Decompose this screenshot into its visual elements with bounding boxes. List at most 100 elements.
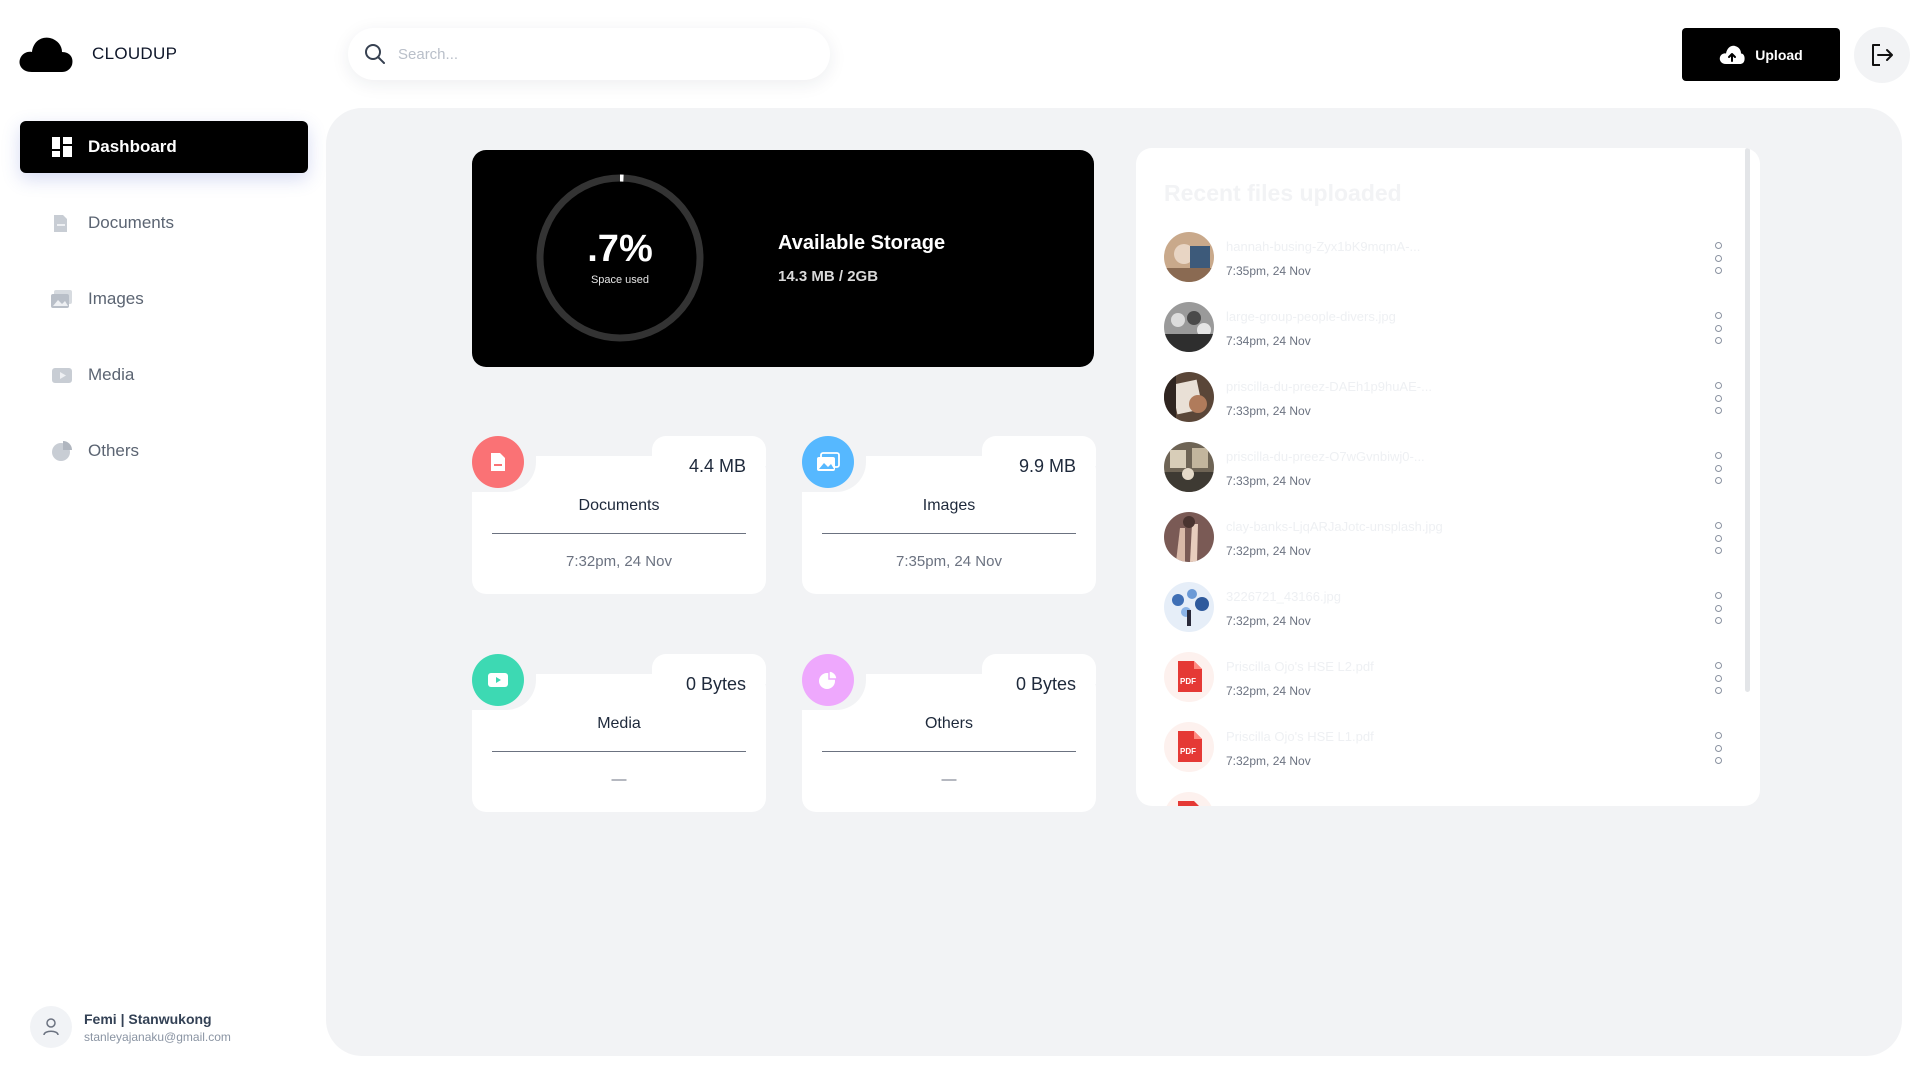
sidebar-item-label: Images [88,289,144,308]
category-time: 7:32pm, 24 Nov [566,553,672,570]
category-time: — [611,771,627,788]
scrollbar[interactable] [1745,148,1750,692]
brand-logo[interactable]: CLOUDUP [18,34,177,74]
sidebar-item-label: Documents [88,213,174,232]
user-icon [43,1018,59,1036]
user-name: Femi | Stanwukong [84,1010,212,1027]
divider [822,751,1076,752]
video-icon [50,363,74,387]
file-name: 3226721_43166.jpg [1226,589,1341,604]
category-label: Images [922,497,976,514]
user-email: stanleyajanaku@gmail.com [84,1029,231,1044]
avatar [30,1006,72,1048]
pdf-icon: PDF [1164,722,1214,772]
sidebar-item-images[interactable]: Images [20,273,308,325]
file-row[interactable]: priscilla-du-preez-O7wGvnbiwj0-... 7:33p… [1164,442,1724,496]
sidebar-item-label: Others [88,441,140,460]
divider [822,533,1076,534]
category-card-images[interactable]: 9.9 MB Images 7:35pm, 24 Nov [802,436,1096,594]
sidebar-item-label: Dashboard [88,137,177,156]
storage-percent-value: .7% [587,228,653,270]
category-label: Documents [578,497,660,514]
category-time: 7:35pm, 24 Nov [896,553,1002,570]
more-options-icon[interactable] [1712,522,1724,554]
file-row[interactable]: clay-banks-LjqARJaJotc-unsplash.jpg 7:32… [1164,512,1724,566]
file-row[interactable]: PDF Priscilla Ojo's HSE L1.pdf 7:32pm, 2… [1164,722,1724,776]
recent-files-panel: Recent files uploaded hannah-busing-Zyx1… [1136,148,1760,806]
more-options-icon[interactable] [1712,382,1724,414]
file-name: priscilla-du-preez-O7wGvnbiwj0-... [1226,449,1425,464]
image-icon [50,287,74,311]
brand-name: CLOUDUP [92,44,178,63]
file-row[interactable]: 3226721_43166.jpg 7:32pm, 24 Nov [1164,582,1724,636]
cloud-icon [19,37,73,72]
sidebar-nav: Dashboard Documents Images Media Others [20,121,308,501]
storage-usage: 14.3 MB / 2GB [778,268,879,285]
storage-percent-caption: Space used [590,274,650,286]
upload-button[interactable]: Upload [1682,28,1840,81]
divider [492,751,746,752]
file-row[interactable]: large-group-people-divers.jpg 7:34pm, 24… [1164,302,1724,356]
pie-icon [802,654,854,706]
file-time: 7:32pm, 24 Nov [1226,684,1311,698]
sidebar-item-others[interactable]: Others [20,425,308,477]
sidebar-item-documents[interactable]: Documents [20,197,308,249]
pdf-icon [1164,792,1214,806]
file-thumbnail [1164,442,1214,492]
grid-icon [50,135,74,159]
pie-icon [50,439,74,463]
sidebar-item-dashboard[interactable]: Dashboard [20,121,308,173]
more-options-icon[interactable] [1712,662,1724,694]
file-thumbnail [1164,512,1214,562]
storage-summary-card: .7% Space used Available Storage 14.3 MB… [472,150,1094,367]
video-icon [472,654,524,706]
sidebar-item-label: Media [88,365,135,384]
storage-title: Available Storage [778,232,946,254]
upload-label: Upload [1755,46,1803,63]
more-options-icon[interactable] [1712,312,1724,344]
search-bar [348,28,830,80]
user-profile[interactable]: Femi | Stanwukong stanleyajanaku@gmail.c… [30,1006,231,1048]
more-options-icon[interactable] [1712,592,1724,624]
more-options-icon[interactable] [1712,242,1724,274]
file-row[interactable]: priscilla-du-preez-DAEh1p9huAE-... 7:33p… [1164,372,1724,426]
file-time: 7:33pm, 24 Nov [1226,404,1311,418]
svg-text:PDF: PDF [1180,747,1196,756]
file-row[interactable]: PDF Priscilla Ojo's HSE L2.pdf 7:32pm, 2… [1164,652,1724,706]
more-options-icon[interactable] [1712,732,1724,764]
category-size: 4.4 MB [688,456,746,476]
category-card-documents[interactable]: 4.4 MB Documents 7:32pm, 24 Nov [472,436,766,594]
file-thumbnail [1164,582,1214,632]
category-label: Media [597,715,641,732]
category-label: Others [924,715,973,732]
search-input[interactable] [398,45,778,63]
cloud-upload-icon [1720,45,1745,64]
svg-text:PDF: PDF [1180,677,1196,686]
file-time: 7:35pm, 24 Nov [1226,264,1311,278]
document-icon [50,211,74,235]
sidebar-item-media[interactable]: Media [20,349,308,401]
logout-icon [1872,44,1893,66]
category-size: 0 Bytes [685,674,746,694]
recent-files-title: Recent files uploaded [1164,180,1402,206]
file-time: 7:32pm, 24 Nov [1226,754,1311,768]
more-options-icon[interactable] [1712,452,1724,484]
main-panel: .7% Space used Available Storage 14.3 MB… [326,108,1902,1056]
file-row-partial [1164,792,1724,806]
search-icon [365,44,385,64]
category-size: 9.9 MB [1018,456,1076,476]
file-name: Priscilla Ojo's HSE L2.pdf [1226,659,1374,674]
category-card-others[interactable]: 0 Bytes Others — [802,654,1096,812]
file-time: 7:34pm, 24 Nov [1226,334,1311,348]
file-time: 7:33pm, 24 Nov [1226,474,1311,488]
file-name: priscilla-du-preez-DAEh1p9huAE-... [1226,379,1432,394]
category-card-media[interactable]: 0 Bytes Media — [472,654,766,812]
storage-percent: .7% Space used [532,170,708,346]
logout-button[interactable] [1854,27,1910,83]
file-row[interactable]: hannah-busing-Zyx1bK9mqmA-... 7:35pm, 24… [1164,232,1724,286]
category-size: 0 Bytes [1015,674,1076,694]
category-time: — [941,771,957,788]
document-icon [472,436,524,488]
divider [492,533,746,534]
file-name: hannah-busing-Zyx1bK9mqmA-... [1226,239,1421,254]
